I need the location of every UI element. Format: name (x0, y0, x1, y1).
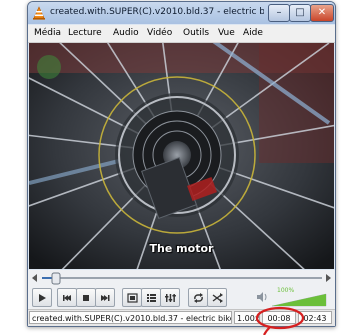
next-button[interactable] (95, 288, 115, 307)
seek-handle[interactable] (51, 272, 61, 285)
vlc-cone-icon (33, 6, 45, 20)
subtitle-text: The motor (149, 242, 214, 255)
menu-lecture[interactable]: Lecture (68, 28, 102, 38)
shuffle-icon (212, 292, 223, 303)
stop-icon (83, 294, 89, 301)
forward-arrow-icon[interactable] (326, 274, 331, 282)
menu-video[interactable]: Vidéo (147, 28, 172, 38)
rewind-arrow-icon[interactable] (32, 274, 37, 282)
extended-settings-button[interactable] (160, 288, 180, 307)
play-icon (39, 293, 46, 302)
stop-button[interactable] (76, 288, 96, 307)
previous-button[interactable] (57, 288, 77, 307)
seek-track[interactable] (42, 277, 322, 279)
video-area[interactable]: The motor (29, 43, 334, 269)
playlist-icon (146, 293, 156, 302)
video-frame (29, 43, 334, 269)
playlist-button[interactable] (141, 288, 161, 307)
window-title: created.with.SUPER(C).v2010.bld.37 - ele… (50, 7, 264, 17)
fullscreen-icon (126, 292, 138, 303)
loop-button[interactable] (188, 288, 208, 307)
title-bar[interactable]: created.with.SUPER(C).v2010.bld.37 - ele… (28, 2, 335, 24)
status-filename: created.with.SUPER(C).v2010.bld.37 - ele… (29, 311, 232, 324)
shuffle-button[interactable] (207, 288, 227, 307)
loop-icon (193, 292, 203, 303)
seek-bar[interactable] (28, 270, 335, 287)
play-button[interactable] (32, 288, 52, 307)
previous-icon (63, 294, 71, 301)
minimize-button[interactable]: – (268, 4, 290, 22)
fullscreen-button[interactable] (122, 288, 142, 307)
menu-vue[interactable]: Vue (218, 28, 235, 38)
menu-media[interactable]: Média (34, 28, 61, 38)
speaker-icon[interactable] (256, 291, 268, 303)
vlc-window: created.with.SUPER(C).v2010.bld.37 - ele… (27, 1, 336, 327)
maximize-button[interactable]: □ (289, 4, 311, 22)
red-highlight-annotation (255, 306, 305, 335)
menu-outils[interactable]: Outils (183, 28, 209, 38)
menu-bar: Média Lecture Audio Vidéo Outils Vue Aid… (28, 25, 335, 43)
extended-settings-icon (164, 293, 176, 302)
next-icon (101, 294, 110, 301)
menu-aide[interactable]: Aide (243, 28, 263, 38)
menu-audio[interactable]: Audio (113, 28, 139, 38)
close-button[interactable]: ✕ (310, 4, 334, 22)
